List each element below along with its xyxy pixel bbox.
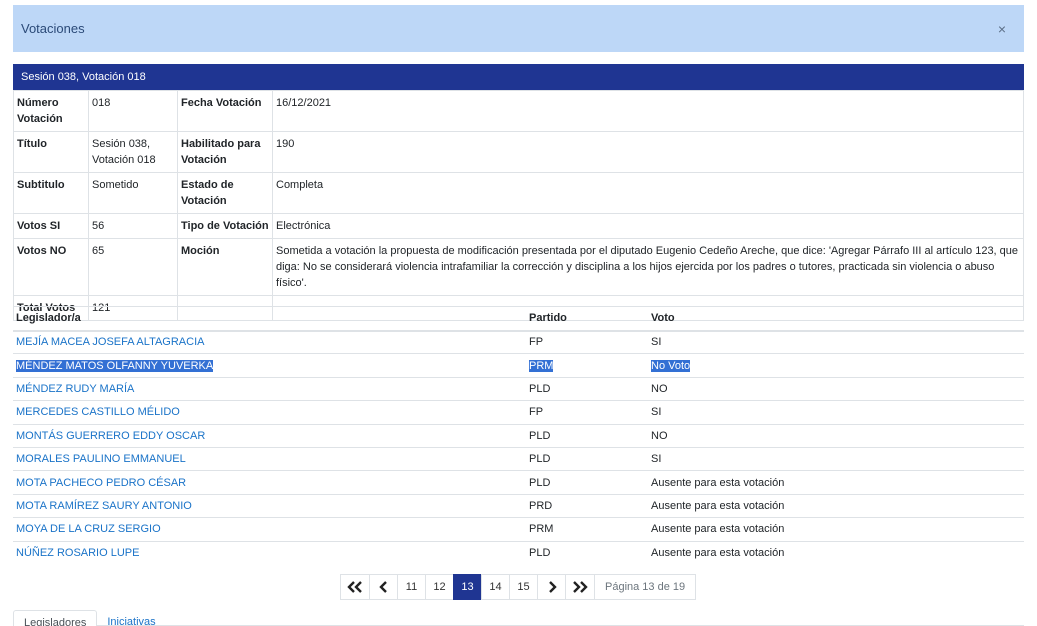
party-cell: PLD xyxy=(529,453,551,466)
page-14-button[interactable]: 14 xyxy=(481,574,510,600)
legislator-link[interactable]: MOTA PACHECO PEDRO CÉSAR xyxy=(16,477,186,489)
legislator-link[interactable]: MONTÁS GUERRERO EDDY OSCAR xyxy=(16,430,205,442)
vote-cell: Ausente para esta votación xyxy=(651,523,785,536)
legislator-link[interactable]: MORALES PAULINO EMMANUEL xyxy=(16,453,186,465)
modal-title: Votaciones xyxy=(21,21,85,36)
table-row: MOYA DE LA CRUZ SERGIO PRM Ausente para … xyxy=(13,517,1024,542)
page-11-button[interactable]: 11 xyxy=(397,574,426,600)
double-chevron-right-icon xyxy=(573,581,588,593)
party-cell: FP xyxy=(529,406,544,419)
habilitado-label: Habilitado para Votación xyxy=(177,131,273,173)
vote-cell: NO xyxy=(651,429,668,442)
page-15-button[interactable]: 15 xyxy=(509,574,538,600)
numero-value: 018 xyxy=(88,90,178,132)
vote-cell: SI xyxy=(651,453,662,466)
vote-cell: SI xyxy=(651,406,662,419)
chevron-right-icon xyxy=(548,581,557,593)
votos-si-value: 56 xyxy=(88,213,178,239)
party-cell: PRM xyxy=(529,523,554,536)
subtitulo-value: Sometido xyxy=(88,172,178,214)
close-button[interactable]: × xyxy=(988,21,1016,37)
estado-label: Estado de Votación xyxy=(177,172,273,214)
fecha-label: Fecha Votación xyxy=(177,90,273,132)
table-row: NÚÑEZ ROSARIO LUPE PLD Ausente para esta… xyxy=(13,540,1024,565)
bottom-tabs: Legisladores Iniciativas xyxy=(13,610,1024,626)
double-chevron-left-icon xyxy=(347,581,362,593)
party-cell: PRM xyxy=(529,359,554,372)
pagination: 11 12 13 14 15 Página 13 de 19 xyxy=(340,574,697,600)
legislator-link[interactable]: MÉNDEZ MATOS OLFANNY YUVERKA xyxy=(16,359,214,372)
fecha-value: 16/12/2021 xyxy=(272,90,1024,132)
table-row: MÉNDEZ RUDY MARÍA PLD NO xyxy=(13,376,1024,401)
header-voto: Voto xyxy=(648,306,1024,332)
vote-cell: NO xyxy=(651,382,668,395)
prev-page-button[interactable] xyxy=(369,574,398,600)
mocion-value: Sometida a votación la propuesta de modi… xyxy=(272,238,1024,296)
tab-legisladores[interactable]: Legisladores xyxy=(13,610,98,626)
last-page-button[interactable] xyxy=(565,574,595,600)
vote-cell: Ausente para esta votación xyxy=(651,499,785,512)
chevron-left-icon xyxy=(378,581,387,593)
page-12-button[interactable]: 12 xyxy=(425,574,454,600)
titulo-value: Sesión 038, Votación 018 xyxy=(88,131,178,173)
table-row: MERCEDES CASTILLO MÉLIDO FP SI xyxy=(13,400,1024,425)
vote-cell: No Voto xyxy=(651,359,691,372)
party-cell: FP xyxy=(529,336,544,349)
subtitulo-label: Subtitulo xyxy=(13,172,89,214)
vote-cell: Ausente para esta votación xyxy=(651,546,785,559)
party-cell: PLD xyxy=(529,429,551,442)
page-info: Página 13 de 19 xyxy=(594,574,697,600)
tipo-value: Electrónica xyxy=(272,213,1024,239)
mocion-label: Moción xyxy=(177,238,273,296)
legislator-link[interactable]: MERCEDES CASTILLO MÉLIDO xyxy=(16,406,180,418)
modal-header: Votaciones × xyxy=(13,5,1024,52)
legislator-link[interactable]: MOTA RAMÍREZ SAURY ANTONIO xyxy=(16,500,192,512)
table-row: MORALES PAULINO EMMANUEL PLD SI xyxy=(13,446,1024,471)
legislator-link[interactable]: NÚÑEZ ROSARIO LUPE xyxy=(16,547,139,559)
next-page-button[interactable] xyxy=(537,574,566,600)
titulo-label: Título xyxy=(13,131,89,173)
party-cell: PRD xyxy=(529,499,553,512)
votos-no-value: 65 xyxy=(88,238,178,296)
header-partido: Partido xyxy=(526,306,648,332)
votos-no-label: Votos NO xyxy=(13,238,89,296)
habilitado-value: 190 xyxy=(272,131,1024,173)
table-row: MOTA PACHECO PEDRO CÉSAR PLD Ausente par… xyxy=(13,470,1024,495)
estado-value: Completa xyxy=(272,172,1024,214)
votes-table: Legislador/a Partido Voto MEJÍA MACEA JO… xyxy=(13,306,1024,565)
table-row: MOTA RAMÍREZ SAURY ANTONIO PRD Ausente p… xyxy=(13,493,1024,518)
tab-iniciativas[interactable]: Iniciativas xyxy=(97,610,165,626)
header-legislador: Legislador/a xyxy=(13,306,526,332)
vote-cell: Ausente para esta votación xyxy=(651,476,785,489)
table-row: MONTÁS GUERRERO EDDY OSCAR PLD NO xyxy=(13,423,1024,448)
session-header: Sesión 038, Votación 018 xyxy=(13,64,1024,90)
party-cell: PLD xyxy=(529,476,551,489)
party-cell: PLD xyxy=(529,382,551,395)
legislator-link[interactable]: MEJÍA MACEA JOSEFA ALTAGRACIA xyxy=(16,336,204,348)
votos-si-label: Votos SI xyxy=(13,213,89,239)
vote-info-table: Número Votación 018 Fecha Votación 16/12… xyxy=(13,90,1024,321)
page-13-button[interactable]: 13 xyxy=(453,574,482,600)
legislator-link[interactable]: MOYA DE LA CRUZ SERGIO xyxy=(16,523,161,535)
table-row: MEJÍA MACEA JOSEFA ALTAGRACIA FP SI xyxy=(13,329,1024,354)
legislator-link[interactable]: MÉNDEZ RUDY MARÍA xyxy=(16,383,134,395)
numero-label: Número Votación xyxy=(13,90,89,132)
table-row: MÉNDEZ MATOS OLFANNY YUVERKA PRM No Voto xyxy=(13,353,1024,378)
party-cell: PLD xyxy=(529,546,551,559)
vote-cell: SI xyxy=(651,336,662,349)
first-page-button[interactable] xyxy=(340,574,370,600)
tipo-label: Tipo de Votación xyxy=(177,213,273,239)
